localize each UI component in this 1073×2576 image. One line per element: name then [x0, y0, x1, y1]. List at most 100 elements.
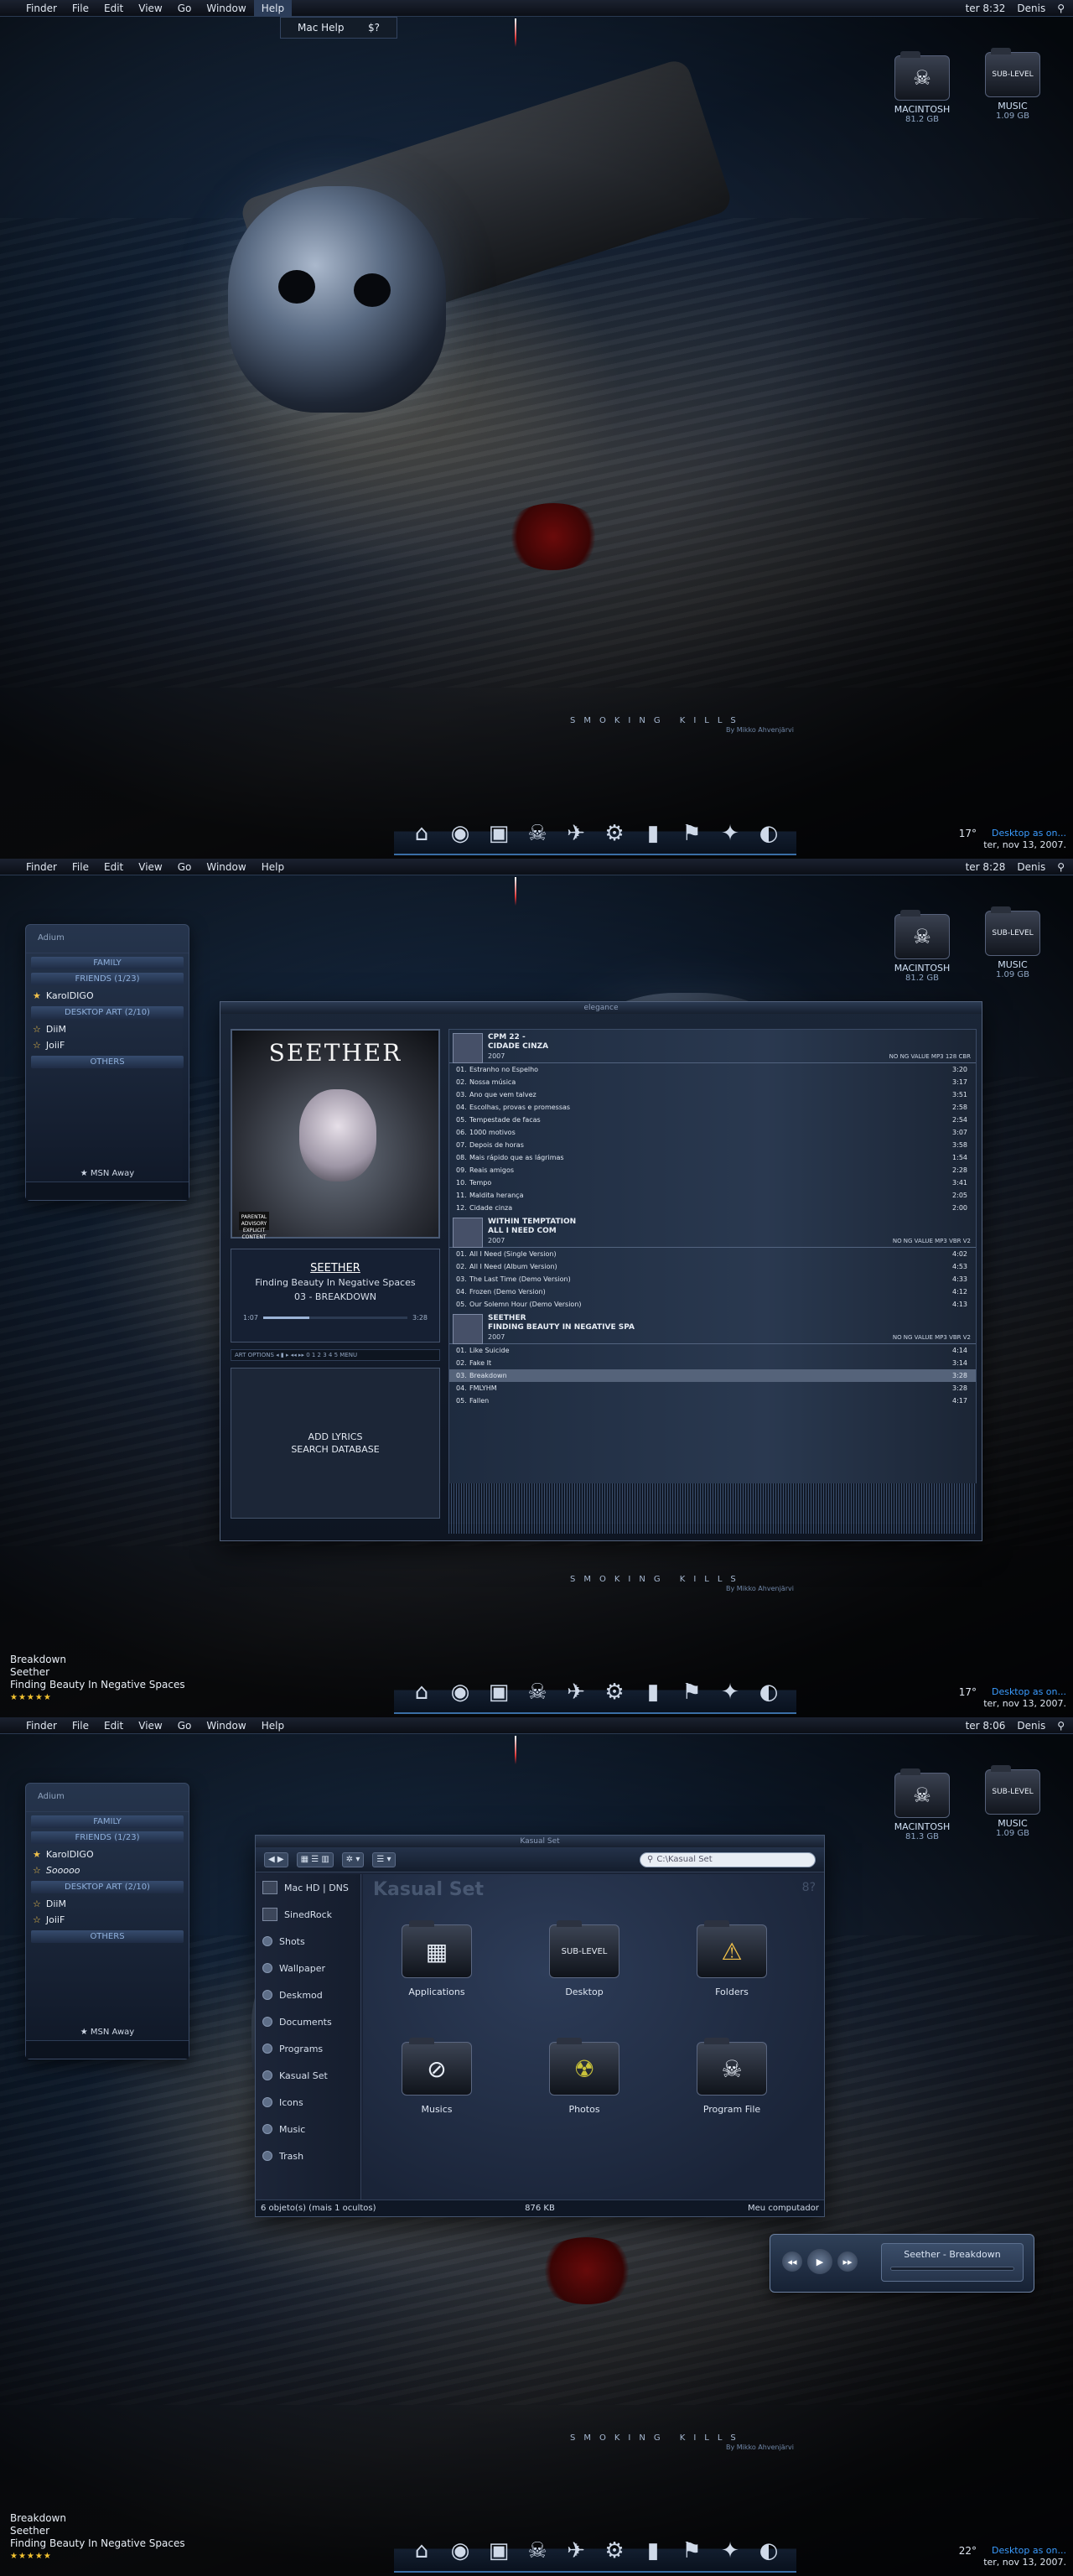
folder-applications[interactable]: ▦ Applications [386, 1920, 487, 1997]
album-header[interactable]: SEETHER FINDING BEAUTY IN NEGATIVE SPA 200… [449, 1311, 976, 1344]
menu-file[interactable]: File [65, 859, 96, 875]
dock-home-icon[interactable]: ⌂ [405, 2534, 438, 2568]
track-row[interactable]: 01. All I Need (Single Version) 4:02 [449, 1248, 976, 1260]
dock-star-icon[interactable]: ✦ [713, 1675, 747, 1709]
sidebar-device-sinedrock[interactable]: SinedRock [256, 1901, 360, 1928]
menubar-user[interactable]: Denis [1017, 0, 1045, 17]
player-controls[interactable]: ART OPTIONS ◂ ▮ ▸ ◂◂ ▸▸ 0 1 2 3 4 5 MENU [231, 1349, 440, 1361]
menu-file[interactable]: File [65, 0, 96, 17]
buddy-row[interactable]: ★ KarolDIGO [33, 1847, 182, 1862]
finder-window[interactable]: Kasual Set ◀ ▶ ▦ ☰ ▥ ✲ ▾ ☰ ▾ ⚲ C:\Kasual … [255, 1835, 825, 2217]
dock-disc-icon[interactable]: ◉ [443, 2534, 477, 2568]
track-row[interactable]: 02. All I Need (Album Version) 4:53 [449, 1260, 976, 1273]
dock-skull-icon[interactable]: ☠ [521, 2534, 554, 2568]
track-row[interactable]: 04. FMLYHM 3:28 [449, 1382, 976, 1394]
view-mode-buttons[interactable]: ▦ ☰ ▥ [296, 1852, 334, 1867]
group-friends[interactable]: FRIENDS (1/23) [31, 1831, 184, 1844]
track-row[interactable]: 10. Tempo 3:41 [449, 1176, 976, 1189]
sidebar-item-documents[interactable]: Documents [256, 2008, 360, 2035]
arrange-button[interactable]: ☰ ▾ [372, 1852, 396, 1867]
dock-finder-icon[interactable]: ▣ [482, 2534, 516, 2568]
track-row[interactable]: 07. Depois de horas 3:58 [449, 1139, 976, 1151]
drive-macintosh[interactable]: ☠ MACINTOSH 81.2 GB [889, 910, 956, 983]
spotlight-icon[interactable]: ⚲ [1057, 1717, 1065, 1734]
menu-view[interactable]: View [131, 1717, 169, 1734]
buddy-toolbar[interactable] [26, 2040, 189, 2059]
dock-home-icon[interactable]: ⌂ [405, 817, 438, 850]
dock-skull-icon[interactable]: ☠ [521, 1675, 554, 1709]
menu-go[interactable]: Go [170, 0, 200, 17]
mini-player[interactable]: ◂◂ ▶ ▸▸ Seether - Breakdown [770, 2234, 1034, 2293]
group-desktop-art[interactable]: DESKTOP ART (2/10) [31, 1006, 184, 1019]
dock-trash-icon[interactable]: ▮ [636, 817, 670, 850]
previous-icon[interactable]: ◂◂ [782, 2251, 802, 2272]
folder-musics[interactable]: ⊘ Musics [386, 2038, 487, 2115]
menu-go[interactable]: Go [170, 859, 200, 875]
sidebar-item-kasual-set[interactable]: Kasual Set [256, 2062, 360, 2089]
drive-macintosh[interactable]: ☠ MACINTOSH 81.3 GB [889, 1768, 956, 1841]
track-list[interactable]: CPM 22 - CIDADE CINZA 2007 NO NG VALUE MP3 … [448, 1029, 977, 1524]
track-row[interactable]: 05. Tempestade de facas 2:54 [449, 1114, 976, 1126]
track-row[interactable]: 04. Escolhas, provas e promessas 2:58 [449, 1101, 976, 1114]
dock-trash-icon[interactable]: ▮ [636, 1675, 670, 1709]
menu-finder[interactable]: Finder [18, 859, 65, 875]
desktop-link[interactable]: Desktop as on... [992, 1686, 1066, 1698]
status-label[interactable]: ★ MSN Away [26, 1169, 189, 1178]
menu-finder[interactable]: Finder [18, 0, 65, 17]
help-menu-item[interactable]: Mac Help [298, 22, 344, 34]
dock-flag-icon[interactable]: ⚑ [675, 2534, 708, 2568]
desktop-link[interactable]: Desktop as on... [992, 828, 1066, 839]
track-row[interactable]: 05. Fallen 4:17 [449, 1394, 976, 1407]
sidebar-item-trash[interactable]: Trash [256, 2142, 360, 2169]
dock-bird-icon[interactable]: ✈ [559, 817, 593, 850]
folder-desktop[interactable]: SUB-LEVEL Desktop [534, 1920, 635, 1997]
buddy-list-window[interactable]: Adium FAMILY FRIENDS (1/23) ★ KarolDIGO D… [25, 924, 189, 1201]
menubar-clock[interactable]: ter 8:32 [966, 0, 1006, 17]
menu-view[interactable]: View [131, 859, 169, 875]
sidebar-item-icons[interactable]: Icons [256, 2089, 360, 2116]
menubar-clock[interactable]: ter 8:06 [966, 1717, 1006, 1734]
dock-star-icon[interactable]: ✦ [713, 2534, 747, 2568]
buddy-toolbar[interactable] [26, 1182, 189, 1200]
track-row[interactable]: 03. Ano que vem talvez 3:51 [449, 1088, 976, 1101]
menubar-clock[interactable]: ter 8:28 [966, 859, 1006, 875]
menu-view[interactable]: View [131, 0, 169, 17]
drive-macintosh[interactable]: ☠ MACINTOSH 81.2 GB [889, 51, 956, 124]
track-row[interactable]: 04. Frozen (Demo Version) 4:12 [449, 1285, 976, 1298]
drive-music[interactable]: SUB-LEVEL MUSIC 1.09 GB [979, 906, 1046, 979]
menu-go[interactable]: Go [170, 1717, 200, 1734]
dock-helmet-icon[interactable]: ◐ [752, 2534, 785, 2568]
track-row[interactable]: 01. Like Suicide 4:14 [449, 1344, 976, 1357]
menu-finder[interactable]: Finder [18, 1717, 65, 1734]
dock-bird-icon[interactable]: ✈ [559, 2534, 593, 2568]
buddy-row[interactable]: ★ KarolDIGO [33, 989, 182, 1003]
menu-help[interactable]: Help [253, 0, 293, 17]
sidebar-item-programs[interactable]: Programs [256, 2035, 360, 2062]
menu-edit[interactable]: Edit [96, 859, 131, 875]
spotlight-icon[interactable]: ⚲ [1057, 859, 1065, 875]
album-header[interactable]: CPM 22 - CIDADE CINZA 2007 NO NG VALUE MP3 … [449, 1030, 976, 1063]
dock-disc-icon[interactable]: ◉ [443, 817, 477, 850]
buddy-row[interactable]: ☆ Sooooo [33, 1863, 182, 1877]
sidebar-device-machd[interactable]: Mac HD | DNS [256, 1874, 360, 1901]
music-player-window[interactable]: elegance SEETHER PARENTAL ADVISORY EXPLI… [220, 1001, 982, 1541]
dock-bird-icon[interactable]: ✈ [559, 1675, 593, 1709]
drive-music[interactable]: SUB-LEVEL MUSIC 1.09 GB [979, 48, 1046, 121]
sidebar-item-deskmod[interactable]: Deskmod [256, 1981, 360, 2008]
track-row[interactable]: 05. Our Solemn Hour (Demo Version) 4:13 [449, 1298, 976, 1311]
group-family[interactable]: FAMILY [31, 1815, 184, 1828]
menu-window[interactable]: Window [199, 1717, 253, 1734]
action-button[interactable]: ✲ ▾ [341, 1852, 365, 1867]
dock-trash-icon[interactable]: ▮ [636, 2534, 670, 2568]
sidebar-item-shots[interactable]: Shots [256, 1928, 360, 1955]
search-database-button[interactable]: SEARCH DATABASE [231, 1443, 439, 1456]
play-icon[interactable]: ▶ [807, 2249, 832, 2274]
track-row[interactable]: 03. The Last Time (Demo Version) 4:33 [449, 1273, 976, 1285]
track-row[interactable]: 12. Cidade cinza 2:00 [449, 1202, 976, 1214]
track-row[interactable]: 08. Mais rápido que as lágrimas 1:54 [449, 1151, 976, 1164]
dock-finder-icon[interactable]: ▣ [482, 1675, 516, 1709]
group-others[interactable]: OTHERS [31, 1056, 184, 1068]
buddy-row[interactable]: ☆ DiiM [33, 1897, 182, 1911]
track-row[interactable]: 01. Estranho no Espelho 3:20 [449, 1063, 976, 1076]
search-field[interactable]: ⚲ C:\Kasual Set [640, 1852, 816, 1867]
